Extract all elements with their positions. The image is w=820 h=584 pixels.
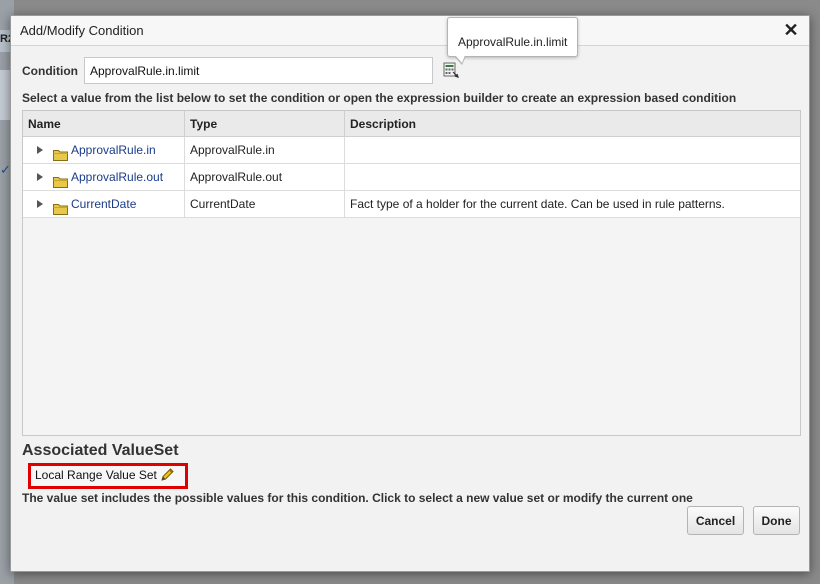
type-cell: ApprovalRule.out [185, 164, 345, 190]
node-link[interactable]: CurrentDate [71, 191, 136, 217]
name-cell: CurrentDate [23, 191, 185, 217]
name-cell: ApprovalRule.in [23, 137, 185, 163]
folder-icon [53, 144, 68, 161]
dialog-titlebar: Add/Modify Condition ✕ [11, 16, 809, 46]
pencil-edit-icon[interactable] [159, 467, 175, 483]
close-button[interactable]: ✕ [782, 20, 800, 40]
node-link[interactable]: ApprovalRule.out [71, 164, 163, 190]
dialog-title: Add/Modify Condition [20, 23, 144, 38]
instruction-text: Select a value from the list below to se… [22, 91, 737, 105]
add-modify-condition-dialog: Add/Modify Condition ✕ ApprovalRule.in.l… [10, 15, 810, 572]
column-header-type[interactable]: Type [185, 111, 345, 137]
type-cell: CurrentDate [185, 191, 345, 217]
expand-triangle-icon[interactable] [37, 146, 43, 154]
description-cell [345, 137, 800, 163]
name-cell: ApprovalRule.out [23, 164, 185, 190]
table-row[interactable]: ApprovalRule.out ApprovalRule.out [23, 164, 800, 191]
valueset-link[interactable]: Local Range Value Set [35, 468, 157, 482]
table-row[interactable]: CurrentDate CurrentDate Fact type of a h… [23, 191, 800, 218]
table-header-row: Name Type Description [23, 111, 800, 137]
column-header-description[interactable]: Description [345, 111, 800, 137]
condition-input[interactable] [84, 57, 433, 84]
valueset-highlight: Local Range Value Set [28, 463, 188, 489]
valueset-help-text: The value set includes the possible valu… [22, 491, 693, 505]
node-link[interactable]: ApprovalRule.in [71, 137, 156, 163]
description-cell: Fact type of a holder for the current da… [350, 197, 725, 211]
condition-tooltip: ApprovalRule.in.limit [447, 17, 578, 65]
cancel-button[interactable]: Cancel [687, 506, 744, 535]
expand-triangle-icon[interactable] [37, 173, 43, 181]
type-cell: ApprovalRule.in [185, 137, 345, 163]
expand-triangle-icon[interactable] [37, 200, 43, 208]
folder-icon [53, 198, 68, 215]
condition-tree-table: Name Type Description ApprovalRule.in Ap… [22, 110, 801, 436]
associated-valueset-heading: Associated ValueSet [22, 442, 179, 459]
table-row[interactable]: ApprovalRule.in ApprovalRule.in [23, 137, 800, 164]
condition-label: Condition [22, 64, 78, 78]
done-button[interactable]: Done [753, 506, 800, 535]
folder-icon [53, 171, 68, 188]
description-cell [345, 164, 800, 190]
column-header-name[interactable]: Name [23, 111, 185, 137]
